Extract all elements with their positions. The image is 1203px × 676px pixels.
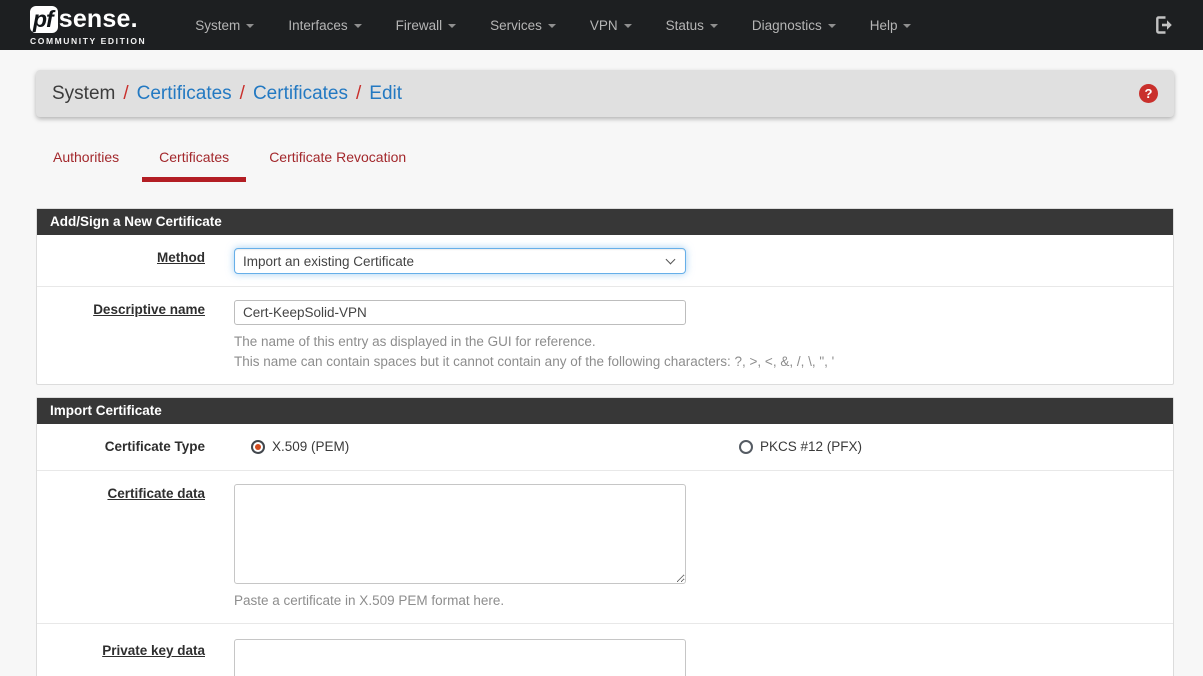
- descriptive-name-row: Descriptive name The name of this entry …: [37, 287, 1173, 384]
- breadcrumb-certificates-tab-link[interactable]: Certificates: [253, 83, 348, 105]
- logout-button[interactable]: [1148, 9, 1181, 41]
- radio-x509-pem[interactable]: X.509 (PEM): [251, 439, 349, 454]
- breadcrumb-edit-link[interactable]: Edit: [369, 83, 402, 105]
- tab-certificate-revocation[interactable]: Certificate Revocation: [252, 147, 423, 182]
- private-key-data-label: Private key data: [37, 643, 205, 658]
- descriptive-name-help: The name of this entry as displayed in t…: [234, 332, 1158, 372]
- menu-status[interactable]: Status: [649, 3, 735, 48]
- top-navbar: pf sense. COMMUNITY EDITION System Inter…: [0, 0, 1203, 50]
- chevron-down-icon: [903, 24, 911, 28]
- panel-add-sign-certificate: Add/Sign a New Certificate Method Import…: [36, 208, 1174, 385]
- menu-vpn[interactable]: VPN: [573, 3, 649, 48]
- radio-pkcs12-pfx[interactable]: PKCS #12 (PFX): [739, 439, 862, 454]
- breadcrumb-separator: /: [240, 83, 245, 105]
- pfsense-logo[interactable]: pf sense. COMMUNITY EDITION: [30, 5, 146, 46]
- chevron-down-icon: [448, 24, 456, 28]
- certificate-data-row: Certificate data Paste a certificate in …: [37, 471, 1173, 624]
- breadcrumb-system: System: [52, 83, 115, 105]
- radio-selected-icon: [251, 440, 265, 454]
- sign-out-icon: [1154, 15, 1175, 35]
- help-icon[interactable]: ?: [1139, 84, 1158, 103]
- certificate-data-help: Paste a certificate in X.509 PEM format …: [234, 591, 1158, 611]
- brand-subtitle: COMMUNITY EDITION: [30, 36, 146, 46]
- chevron-down-icon: [246, 24, 254, 28]
- panel-import-certificate: Import Certificate Certificate Type X.50…: [36, 397, 1174, 676]
- chevron-down-icon: [354, 24, 362, 28]
- main-menu: System Interfaces Firewall Services VPN …: [178, 3, 928, 48]
- menu-interfaces[interactable]: Interfaces: [271, 3, 378, 48]
- panel-title: Import Certificate: [37, 398, 1173, 424]
- certificate-type-label: Certificate Type: [37, 439, 205, 454]
- chevron-down-icon: [710, 24, 718, 28]
- breadcrumb: System / Certificates / Certificates / E…: [36, 70, 1174, 117]
- breadcrumb-separator: /: [123, 83, 128, 105]
- descriptive-name-input[interactable]: [234, 300, 686, 325]
- method-select[interactable]: Import an existing Certificate: [234, 248, 686, 274]
- method-row: Method Import an existing Certificate: [37, 235, 1173, 287]
- certificate-data-textarea[interactable]: [234, 484, 686, 584]
- breadcrumb-separator: /: [356, 83, 361, 105]
- brand-name: sense.: [59, 5, 138, 34]
- tab-certificates[interactable]: Certificates: [142, 147, 246, 182]
- menu-help[interactable]: Help: [853, 3, 929, 48]
- private-key-data-textarea[interactable]: [234, 639, 686, 676]
- radio-unselected-icon: [739, 440, 753, 454]
- certificate-type-row: Certificate Type X.509 (PEM) PKCS #12 (P…: [37, 424, 1173, 471]
- method-label: Method: [37, 250, 205, 265]
- certificate-tabs: Authorities Certificates Certificate Rev…: [36, 147, 1174, 182]
- menu-diagnostics[interactable]: Diagnostics: [735, 3, 853, 48]
- menu-system[interactable]: System: [178, 3, 271, 48]
- pf-logo-mark: pf: [30, 6, 58, 33]
- chevron-down-icon: [828, 24, 836, 28]
- private-key-data-row: Private key data: [37, 624, 1173, 676]
- panel-title: Add/Sign a New Certificate: [37, 209, 1173, 235]
- chevron-down-icon: [548, 24, 556, 28]
- menu-services[interactable]: Services: [473, 3, 573, 48]
- breadcrumb-certificates-link[interactable]: Certificates: [137, 83, 232, 105]
- certificate-data-label: Certificate data: [37, 486, 205, 501]
- tab-authorities[interactable]: Authorities: [36, 147, 136, 182]
- chevron-down-icon: [624, 24, 632, 28]
- descriptive-name-label: Descriptive name: [37, 302, 205, 317]
- menu-firewall[interactable]: Firewall: [379, 3, 474, 48]
